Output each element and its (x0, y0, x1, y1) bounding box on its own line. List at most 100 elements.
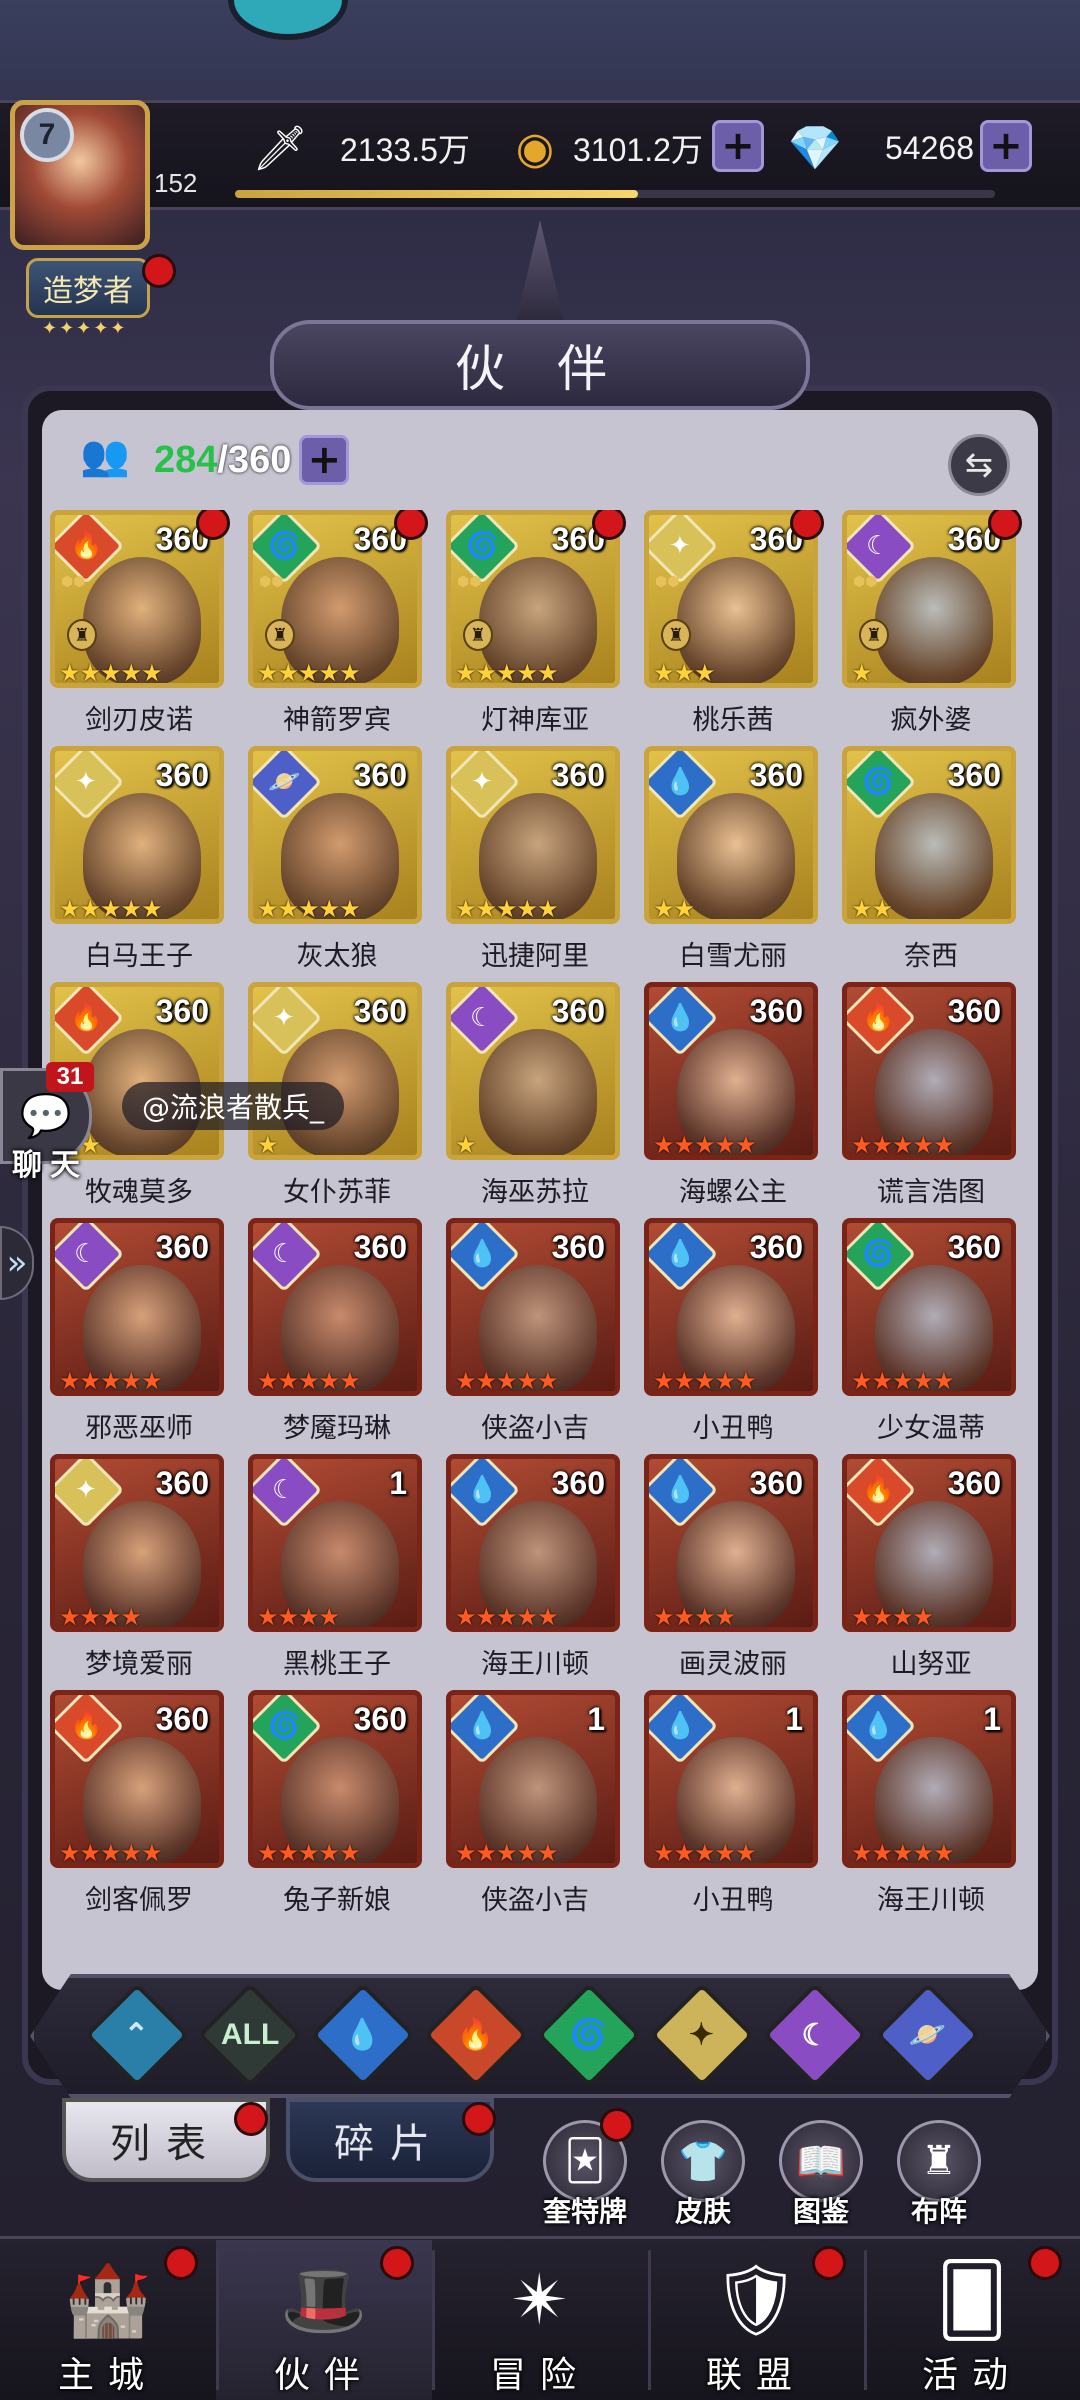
partner-portrait: ✦ 360 ★ (248, 982, 422, 1160)
tool-button[interactable]: 👕 皮肤 (648, 2120, 758, 2230)
tool-quest-card-dot (600, 2108, 634, 2142)
partner-level: 360 (155, 1701, 209, 1737)
partner-card[interactable]: ✦ ⬢⬢ ♜ 360 ★★★ 桃乐茜 (644, 510, 824, 746)
partner-stars: ★★★★★ (59, 1839, 163, 1867)
player-title-badge[interactable]: 造梦者 (26, 258, 150, 318)
partner-stars: ★★ (653, 895, 695, 923)
partner-portrait: ✦ ⬢⬢ ♜ 360 ★★★ (644, 510, 818, 688)
partner-name: 疯外婆 (890, 705, 972, 736)
sword-icon: 🗡 (252, 123, 308, 174)
partner-name: 海螺公主 (679, 1177, 787, 1208)
partner-level: 360 (749, 1465, 803, 1501)
partner-stars: ★★★★★ (653, 1367, 757, 1395)
nav-icon: ✴ (510, 2259, 570, 2341)
partner-card[interactable]: 🌀 360 ★★ 奈西 (842, 746, 1020, 982)
partner-card[interactable]: 🔥 360 ★★★★ 山努亚 (842, 1454, 1020, 1690)
partner-card[interactable]: 🪐 360 ★★★★★ 灰太狼 (248, 746, 426, 982)
partner-stars: ★★★★★ (59, 1367, 163, 1395)
partner-card[interactable]: 💧 360 ★★★★★ 小丑鸭 (644, 1218, 822, 1454)
page-title: 伙 伴 (455, 340, 625, 398)
partner-name: 小丑鸭 (692, 1413, 774, 1444)
add-gold-button[interactable]: + (712, 120, 764, 172)
partner-card[interactable]: 💧 360 ★★★★★ 侠盗小吉 (446, 1218, 624, 1454)
partner-card[interactable]: 💧 360 ★★★★ 画灵波丽 (644, 1454, 822, 1690)
partner-card[interactable]: 💧 360 ★★★★★ 海螺公主 (644, 982, 822, 1218)
exp-bar (235, 190, 995, 198)
chat-unread-badge: 31 (46, 1062, 94, 1092)
chess-piece-icon: ♜ (859, 619, 889, 651)
rank-hex-icon: ⬢⬢ (655, 574, 680, 590)
nav-icon: 🛡 (711, 2258, 801, 2341)
partner-card[interactable]: ☾ 360 ★ 海巫苏拉 (446, 982, 624, 1218)
partner-portrait: 🪐 360 ★★★★★ (248, 746, 422, 924)
nav-icon: 🂠 (936, 2259, 1008, 2341)
tool-button[interactable]: 📖 图鉴 (766, 2120, 876, 2230)
chat-message-preview[interactable]: @流浪者散兵_ (122, 1082, 345, 1130)
partner-card[interactable]: 🌀 360 ★★★★★ 兔子新娘 (248, 1690, 426, 1926)
power-resource: 🗡 2133.5万 (250, 118, 470, 178)
sort-toggle-button[interactable]: ⇆ (948, 434, 1010, 496)
partner-card[interactable]: ✦ 360 ★★★★★ 迅捷阿里 (446, 746, 624, 982)
partner-portrait: ☾ 360 ★★★★★ (50, 1218, 224, 1396)
partner-stars: ★★ (851, 895, 893, 923)
nav-icon: 🏰 (64, 2258, 152, 2341)
partner-card[interactable]: 🔥 ⬢⬢ ♜ 360 ★★★★★ 剑刃皮诺 (50, 510, 230, 746)
partner-stars: ★ (455, 1131, 476, 1159)
partner-portrait: 💧 360 ★★★★★ (644, 982, 818, 1160)
chat-icon: 💬 (19, 1091, 73, 1140)
partner-portrait: 🔥 360 ★★★★ (842, 1454, 1016, 1632)
partner-card[interactable]: 🔥 360 ★★★★★ 剑客佩罗 (50, 1690, 228, 1926)
partner-level: 360 (749, 993, 803, 1029)
partner-portrait: 🌀 360 ★★ (842, 746, 1016, 924)
partner-card[interactable]: 💧 1 ★★★★★ 小丑鸭 (644, 1690, 822, 1926)
partner-level: 360 (353, 993, 407, 1029)
partner-name: 梦境爱丽 (85, 1649, 193, 1680)
partner-stars: ★ (257, 1131, 278, 1159)
partner-card[interactable]: 💧 1 ★★★★★ 海王川顿 (842, 1690, 1020, 1926)
partner-portrait: 💧 360 ★★★★★ (644, 1218, 818, 1396)
partner-face (875, 557, 993, 683)
diamond-resource: 💎 54268 (785, 118, 974, 178)
nav-divider (648, 2250, 651, 2390)
partner-card[interactable]: 🔥 360 ★★★★★ 谎言浩图 (842, 982, 1020, 1218)
partner-card[interactable]: 💧 1 ★★★★★ 侠盗小吉 (446, 1690, 624, 1926)
exp-bar-fill (235, 190, 638, 198)
partner-stars: ★★★★★ (455, 659, 559, 687)
partner-card[interactable]: ☾ 360 ★★★★★ 梦魇玛琳 (248, 1218, 426, 1454)
partner-stars: ★★★★★ (59, 659, 163, 687)
nav-divider (216, 2250, 219, 2390)
tool-button[interactable]: ♜ 布阵 (884, 2120, 994, 2230)
partner-stars: ★★★★★ (455, 1367, 559, 1395)
partner-name: 灯神库亚 (481, 705, 589, 736)
add-diamond-button[interactable]: + (980, 120, 1032, 172)
partner-card[interactable]: ☾ ⬢⬢ ♜ 360 ★ 疯外婆 (842, 510, 1022, 746)
partner-level: 1 (389, 1465, 407, 1501)
nav-item[interactable]: ✴ 冒险 (432, 2240, 648, 2400)
partner-portrait: 💧 1 ★★★★★ (644, 1690, 818, 1868)
partner-name: 桃乐茜 (692, 705, 774, 736)
partner-name: 少女温蒂 (877, 1413, 985, 1444)
partner-card[interactable]: 💧 360 ★★ 白雪尤丽 (644, 746, 822, 982)
partner-card[interactable]: 🌀 ⬢⬢ ♜ 360 ★★★★★ 灯神库亚 (446, 510, 626, 746)
nav-label: 伙伴 (273, 2355, 374, 2396)
partner-card[interactable]: ☾ 1 ★★★★ 黑桃王子 (248, 1454, 426, 1690)
partner-portrait: ✦ 360 ★★★★★ (50, 746, 224, 924)
partner-portrait: 🔥 360 ★★★★★ (50, 1690, 224, 1868)
expand-roster-button[interactable]: + (299, 435, 350, 485)
partner-grid: 🔥 ⬢⬢ ♜ 360 ★★★★★ 剑刃皮诺 🌀 ⬢⬢ ♜ 360 ★★★★★ 神箭罗宾 🌀 ⬢⬢ ♜ 360 ★… (50, 510, 1040, 1940)
partner-card[interactable]: ✦ 360 ★★★★ 梦境爱丽 (50, 1454, 228, 1690)
partner-card[interactable]: ☾ 360 ★★★★★ 邪恶巫师 (50, 1218, 228, 1454)
partner-portrait: 💧 360 ★★★★★ (446, 1218, 620, 1396)
partner-portrait: 💧 360 ★★★★★ (446, 1454, 620, 1632)
partner-stars: ★★★★★ (257, 1839, 361, 1867)
partner-card[interactable]: 🌀 360 ★★★★★ 少女温蒂 (842, 1218, 1020, 1454)
nav-notification-dot (1028, 2246, 1062, 2280)
partner-notification-dot (196, 510, 230, 540)
partner-face (677, 793, 795, 919)
partner-name: 画灵波丽 (679, 1649, 787, 1680)
partner-stars: ★★★★★ (653, 1839, 757, 1867)
partner-card[interactable]: ✦ 360 ★★★★★ 白马王子 (50, 746, 228, 982)
partner-card[interactable]: 🌀 ⬢⬢ ♜ 360 ★★★★★ 神箭罗宾 (248, 510, 428, 746)
partner-level: 360 (947, 1465, 1001, 1501)
partner-card[interactable]: 💧 360 ★★★★★ 海王川顿 (446, 1454, 624, 1690)
